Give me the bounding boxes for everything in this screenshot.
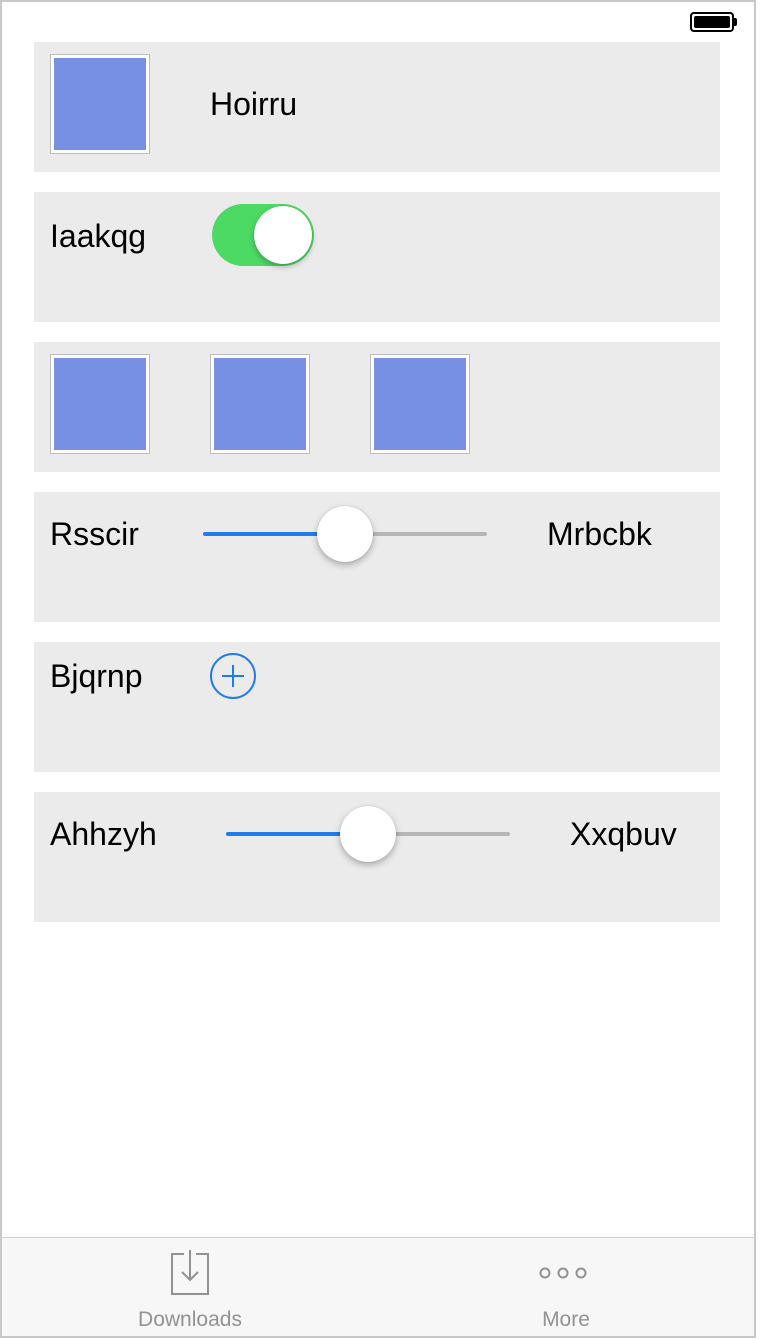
tab-label: Downloads: [138, 1308, 242, 1331]
tab-more[interactable]: More: [378, 1238, 754, 1337]
toggle-switch[interactable]: [212, 204, 314, 266]
slider-thumb[interactable]: [340, 806, 396, 862]
row-image-label: Hoirru: [34, 42, 720, 172]
slider-label-right: Mrbcbk: [547, 516, 652, 552]
row-slider: Rsscir Mrbcbk: [34, 492, 720, 622]
tab-label: More: [542, 1308, 590, 1331]
downloads-icon: [171, 1250, 209, 1295]
slider-label-left: Ahhzyh: [50, 816, 157, 852]
slider-label-left: Rsscir: [50, 516, 139, 552]
row-label: Bjqrnp: [50, 658, 143, 694]
slider[interactable]: [203, 506, 487, 562]
image-placeholder[interactable]: [50, 354, 150, 454]
tab-bar: Downloads More: [2, 1237, 754, 1336]
row-label: Hoirru: [210, 86, 298, 122]
row-label: Iaakqg: [50, 218, 147, 254]
image-placeholder[interactable]: [210, 354, 310, 454]
battery-icon: [690, 12, 737, 32]
row-add: Bjqrnp: [34, 642, 720, 772]
slider-thumb[interactable]: [317, 506, 373, 562]
slider[interactable]: [226, 806, 510, 862]
row-toggle: Iaakqg: [34, 192, 720, 322]
row-images: [34, 342, 720, 472]
more-icon: [539, 1267, 587, 1279]
image-placeholder[interactable]: [50, 54, 150, 154]
tab-downloads[interactable]: Downloads: [2, 1238, 378, 1337]
slider-label-right: Xxqbuv: [570, 816, 677, 852]
image-placeholder[interactable]: [370, 354, 470, 454]
add-button[interactable]: [210, 653, 256, 699]
toggle-knob: [254, 206, 312, 264]
row-slider: Ahhzyh Xxqbuv: [34, 792, 720, 922]
